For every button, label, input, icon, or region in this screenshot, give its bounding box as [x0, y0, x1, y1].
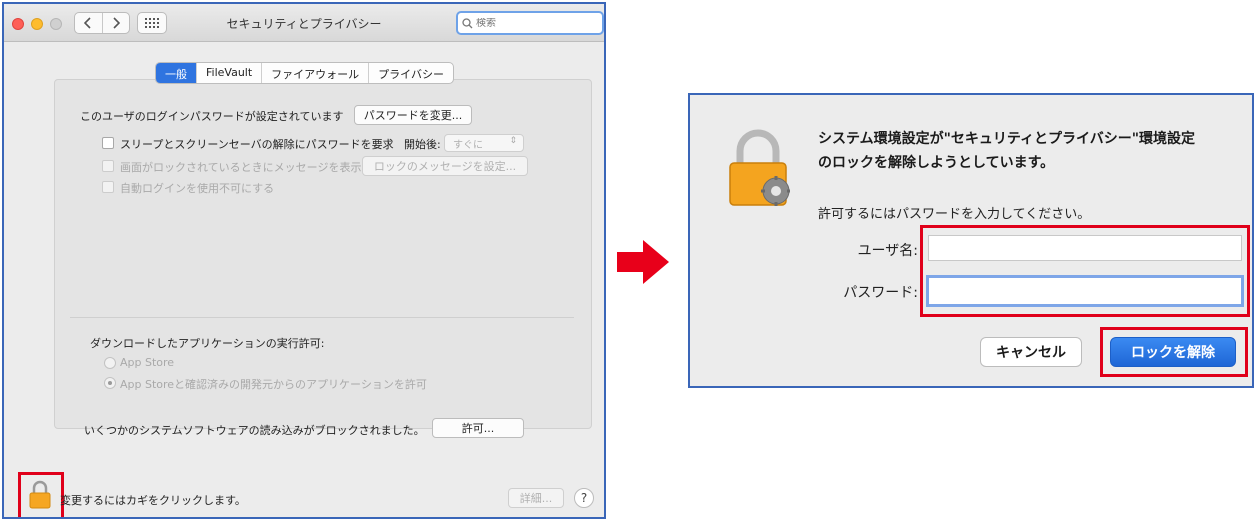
dialog-title-line-2: のロックを解除しようとしています。: [818, 155, 1055, 171]
radio-app-store[interactable]: [104, 357, 116, 369]
password-label: パスワード:: [843, 285, 918, 301]
password-field[interactable]: [926, 275, 1244, 307]
security-privacy-window: セキュリティとプライバシー 一般 FileVault ファイアウォール プライバ…: [2, 2, 606, 519]
auto-login-label: 自動ログインを使用不可にする: [120, 182, 275, 195]
search-input[interactable]: [476, 17, 586, 29]
blocked-software-text: いくつかのシステムソフトウェアの読み込みがブロックされました。: [84, 424, 425, 437]
tab-filevault[interactable]: FileVault: [196, 63, 261, 83]
tab-privacy[interactable]: プライバシー: [368, 63, 453, 83]
chevron-left-icon: [84, 17, 91, 29]
sleep-password-checkbox[interactable]: [102, 137, 114, 149]
search-field[interactable]: [456, 11, 604, 35]
lock-button[interactable]: [28, 480, 52, 514]
lock-hint-text: 変更するにはカギをクリックします。: [60, 494, 246, 507]
radio-app-store-developers-label: App Storeと確認済みの開発元からのアプリケーションを許可: [120, 378, 427, 391]
right-arrow-icon: [617, 240, 669, 288]
grid-icon: [145, 18, 159, 28]
unlock-dialog: システム環境設定が"セキュリティとプライバシー"環境設定 のロックを解除しようと…: [688, 93, 1254, 388]
lock-message-label: 画面がロックされているときにメッセージを表示: [120, 161, 362, 174]
allow-button[interactable]: 許可...: [432, 418, 524, 438]
unlock-button[interactable]: ロックを解除: [1110, 337, 1236, 367]
auto-login-checkbox[interactable]: [102, 181, 114, 193]
title-bar: セキュリティとプライバシー: [4, 4, 604, 42]
lock-icon: [29, 480, 51, 509]
tab-firewall[interactable]: ファイアウォール: [261, 63, 368, 83]
chevron-right-icon: [113, 17, 120, 29]
start-after-value: すぐに: [453, 139, 483, 151]
help-button[interactable]: ?: [574, 488, 594, 508]
tab-bar: 一般 FileVault ファイアウォール プライバシー: [155, 62, 454, 84]
radio-app-store-label: App Store: [120, 356, 175, 369]
updown-chevron-icon: ⇕: [509, 136, 517, 146]
close-window-button[interactable]: [12, 18, 24, 30]
sleep-password-label: スリープとスクリーンセーバの解除にパスワードを要求: [120, 138, 394, 151]
lock-message-checkbox[interactable]: [102, 160, 114, 172]
dialog-title-line-1: システム環境設定が"セキュリティとプライバシー"環境設定: [818, 131, 1196, 147]
tab-general[interactable]: 一般: [156, 63, 196, 83]
password-set-text: このユーザのログインパスワードが設定されています: [80, 110, 344, 123]
system-preferences-lock-icon: [726, 127, 791, 211]
username-label: ユーザ名:: [857, 243, 918, 259]
radio-app-store-developers[interactable]: [104, 377, 116, 389]
start-after-label: 開始後:: [404, 138, 441, 151]
username-field[interactable]: [928, 235, 1242, 261]
back-forward-group: [74, 12, 130, 34]
window-title: セキュリティとプライバシー: [226, 17, 382, 31]
download-heading: ダウンロードしたアプリケーションの実行許可:: [90, 337, 325, 350]
set-lock-message-button[interactable]: ロックのメッセージを設定...: [362, 156, 528, 176]
back-button[interactable]: [75, 13, 102, 33]
show-all-button[interactable]: [137, 12, 167, 34]
dialog-subtitle: 許可するにはパスワードを入力してください。: [818, 207, 1091, 222]
dialog-title: システム環境設定が"セキュリティとプライバシー"環境設定 のロックを解除しようと…: [818, 127, 1195, 175]
cancel-button[interactable]: キャンセル: [980, 337, 1082, 367]
change-password-button[interactable]: パスワードを変更...: [354, 105, 472, 125]
details-button[interactable]: 詳細...: [508, 488, 564, 508]
minimize-window-button[interactable]: [31, 18, 43, 30]
search-icon: [462, 17, 473, 28]
start-after-select[interactable]: すぐに ⇕: [444, 134, 524, 152]
zoom-window-button[interactable]: [50, 18, 62, 30]
forward-button[interactable]: [101, 13, 130, 33]
section-divider: [70, 317, 574, 318]
